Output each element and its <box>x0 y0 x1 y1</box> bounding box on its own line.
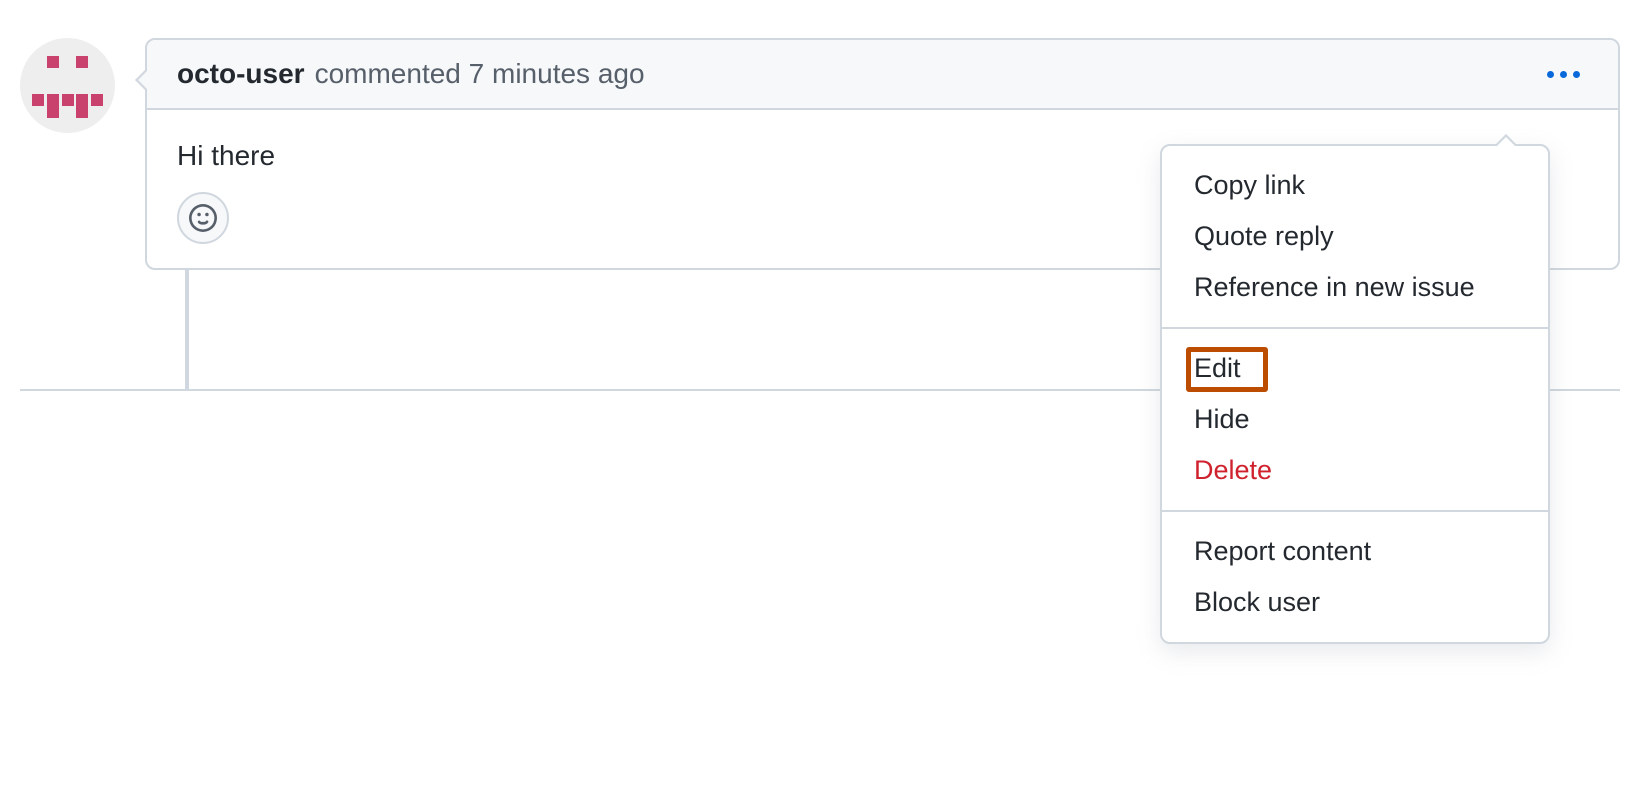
comment-arrow <box>135 68 147 92</box>
menu-reference-new-issue[interactable]: Reference in new issue <box>1162 262 1548 313</box>
comment-author[interactable]: octo-user <box>177 58 305 90</box>
kebab-menu-button[interactable] <box>1539 63 1588 86</box>
menu-edit-label: Edit <box>1194 353 1241 383</box>
menu-edit[interactable]: Edit <box>1162 343 1548 394</box>
dropdown-caret <box>1494 134 1518 146</box>
menu-section-1: Copy link Quote reply Reference in new i… <box>1162 146 1548 327</box>
add-reaction-button[interactable] <box>177 192 229 244</box>
avatar[interactable] <box>20 38 115 133</box>
menu-block-user[interactable]: Block user <box>1162 577 1548 628</box>
kebab-icon <box>1547 71 1580 78</box>
comment-header-text: octo-user commented 7 minutes ago <box>177 58 645 90</box>
comment-actions-menu: Copy link Quote reply Reference in new i… <box>1160 144 1550 644</box>
menu-copy-link[interactable]: Copy link <box>1162 160 1548 211</box>
menu-quote-reply[interactable]: Quote reply <box>1162 211 1548 262</box>
comment-header: octo-user commented 7 minutes ago <box>147 40 1618 110</box>
smiley-icon <box>189 204 217 232</box>
comment-timestamp[interactable]: 7 minutes ago <box>469 58 645 89</box>
menu-section-2: Edit Hide Delete <box>1162 329 1548 510</box>
menu-report-content[interactable]: Report content <box>1162 526 1548 577</box>
menu-delete[interactable]: Delete <box>1162 445 1548 496</box>
menu-section-3: Report content Block user <box>1162 512 1548 642</box>
menu-hide[interactable]: Hide <box>1162 394 1548 445</box>
comment-action-word: commented <box>315 58 461 89</box>
comment-action: commented 7 minutes ago <box>315 58 645 90</box>
avatar-identicon <box>20 38 115 133</box>
